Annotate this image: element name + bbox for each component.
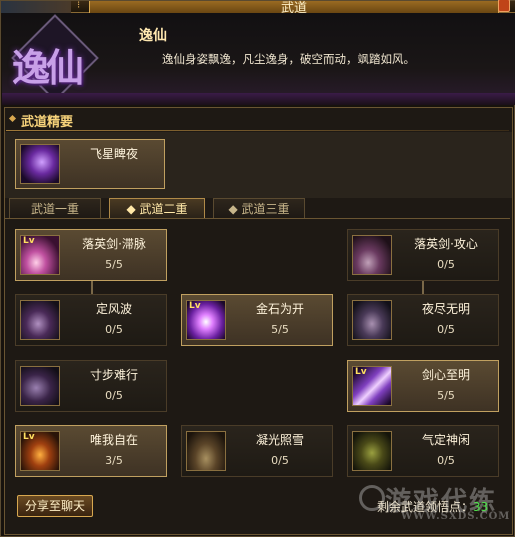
skill-level: 0/5 — [437, 258, 455, 271]
skill-level: 5/5 — [437, 389, 455, 402]
skill-node-cunbunanxing[interactable]: 寸步难行 0/5 — [15, 360, 167, 412]
tab-tier-3[interactable]: ◆ 武道三重 — [213, 198, 305, 218]
skill-node-luoying-zhimai[interactable]: Lv 落英剑·滞脉 5/5 — [15, 229, 167, 281]
remaining-points: 剩余武道领悟点：33 — [377, 498, 488, 515]
skill-node-luoying-gongxin[interactable]: 落英剑·攻心 0/5 — [347, 229, 499, 281]
skill-level: 5/5 — [105, 258, 123, 271]
skill-node-jinshiweikai[interactable]: Lv 金石为开 5/5 — [181, 294, 333, 346]
skill-level: 0/5 — [105, 323, 123, 336]
skill-level: 5/5 — [271, 323, 289, 336]
close-icon[interactable] — [498, 0, 510, 12]
skill-node-qidingshenxian[interactable]: 气定神闲 0/5 — [347, 425, 499, 477]
luoying-zhimai-icon: Lv — [20, 235, 60, 275]
title-bar[interactable]: ⁝ 武道 — [1, 0, 515, 16]
section-divider — [6, 130, 509, 131]
skill-node-yejinwuming[interactable]: 夜尽无明 0/5 — [347, 294, 499, 346]
remaining-points-value: 33 — [473, 500, 489, 514]
skill-node-jianxinzhiming[interactable]: Lv 剑心至明 5/5 — [347, 360, 499, 412]
skill-name: 唯我自在 — [89, 433, 138, 447]
skill-name: 落英剑·攻心 — [414, 237, 478, 251]
menu-icon[interactable]: ⁝ — [77, 0, 85, 12]
skill-name: 寸步难行 — [89, 368, 138, 382]
skill-name: 夜尽无明 — [421, 302, 470, 316]
skill-level: 0/5 — [105, 389, 123, 402]
ningguangzhaoxue-icon — [186, 431, 226, 471]
skill-level: 0/5 — [437, 454, 455, 467]
jianxinzhiming-icon: Lv — [352, 366, 392, 406]
essence-title: 武道精要 — [21, 115, 74, 130]
yejinwuming-icon — [352, 300, 392, 340]
tab-tier-1-label: 武道一重 — [30, 202, 79, 216]
skill-level: 0/5 — [437, 323, 455, 336]
luoying-gongxin-icon — [352, 235, 392, 275]
tab-tier-2-label: 武道二重 — [139, 202, 188, 216]
skill-name: 剑心至明 — [421, 368, 470, 382]
skill-name: 凝光照雪 — [255, 433, 304, 447]
tab-tier-2[interactable]: ◆ 武道二重 — [109, 198, 205, 218]
qidingshenxian-icon — [352, 431, 392, 471]
skill-name: 逸仙 — [139, 28, 167, 44]
skill-name: 落英剑·滞脉 — [82, 237, 146, 251]
jinshiweikai-icon: Lv — [186, 300, 226, 340]
skill-description: 逸仙身姿飘逸，凡尘逸身，破空而动，飒踏如风。 — [162, 52, 415, 66]
skill-level: 3/5 — [105, 454, 123, 467]
cunbunanxing-icon — [20, 366, 60, 406]
title-bar-left-decor — [1, 1, 71, 13]
tab-tier-3-label: 武道三重 — [241, 202, 290, 216]
feixing-skill-icon — [20, 144, 60, 184]
skill-node-weiwozizai[interactable]: Lv 唯我自在 3/5 — [15, 425, 167, 477]
remaining-points-label: 剩余武道领悟点： — [377, 500, 474, 514]
skill-name: 金石为开 — [255, 302, 304, 316]
essence-skill-name: 飞星睥夜 — [89, 147, 138, 161]
essence-skill-node[interactable]: 飞星睥夜 — [15, 139, 165, 189]
connector-line — [422, 280, 424, 294]
title-plate: 武道 — [89, 1, 499, 16]
header-divider — [2, 93, 515, 105]
skill-window: ⁝ 武道 逸仙 逸仙 逸仙身姿飘逸，凡尘逸身，破空而动，飒踏如风。 武道精要 飞… — [0, 0, 515, 537]
skill-node-ningguangzhaoxue[interactable]: 凝光照雪 0/5 — [181, 425, 333, 477]
tab-tier-1[interactable]: 武道一重 — [9, 198, 101, 218]
weiwozizai-icon: Lv — [20, 431, 60, 471]
connector-line — [91, 280, 93, 294]
skill-name: 定风波 — [95, 302, 132, 316]
dingfengbo-icon — [20, 300, 60, 340]
emblem-text: 逸仙 — [12, 45, 84, 90]
skill-header: 逸仙 逸仙 逸仙身姿飘逸，凡尘逸身，破空而动，飒踏如风。 — [2, 13, 515, 105]
tier-tabs: 武道一重 ◆ 武道二重 ◆ 武道三重 — [9, 198, 509, 218]
skill-name: 气定神闲 — [421, 433, 470, 447]
share-to-chat-button[interactable]: 分享至聊天 — [17, 495, 93, 517]
skill-level: 0/5 — [271, 454, 289, 467]
skill-node-dingfengbo[interactable]: 定风波 0/5 — [15, 294, 167, 346]
tabs-underline — [5, 218, 510, 219]
